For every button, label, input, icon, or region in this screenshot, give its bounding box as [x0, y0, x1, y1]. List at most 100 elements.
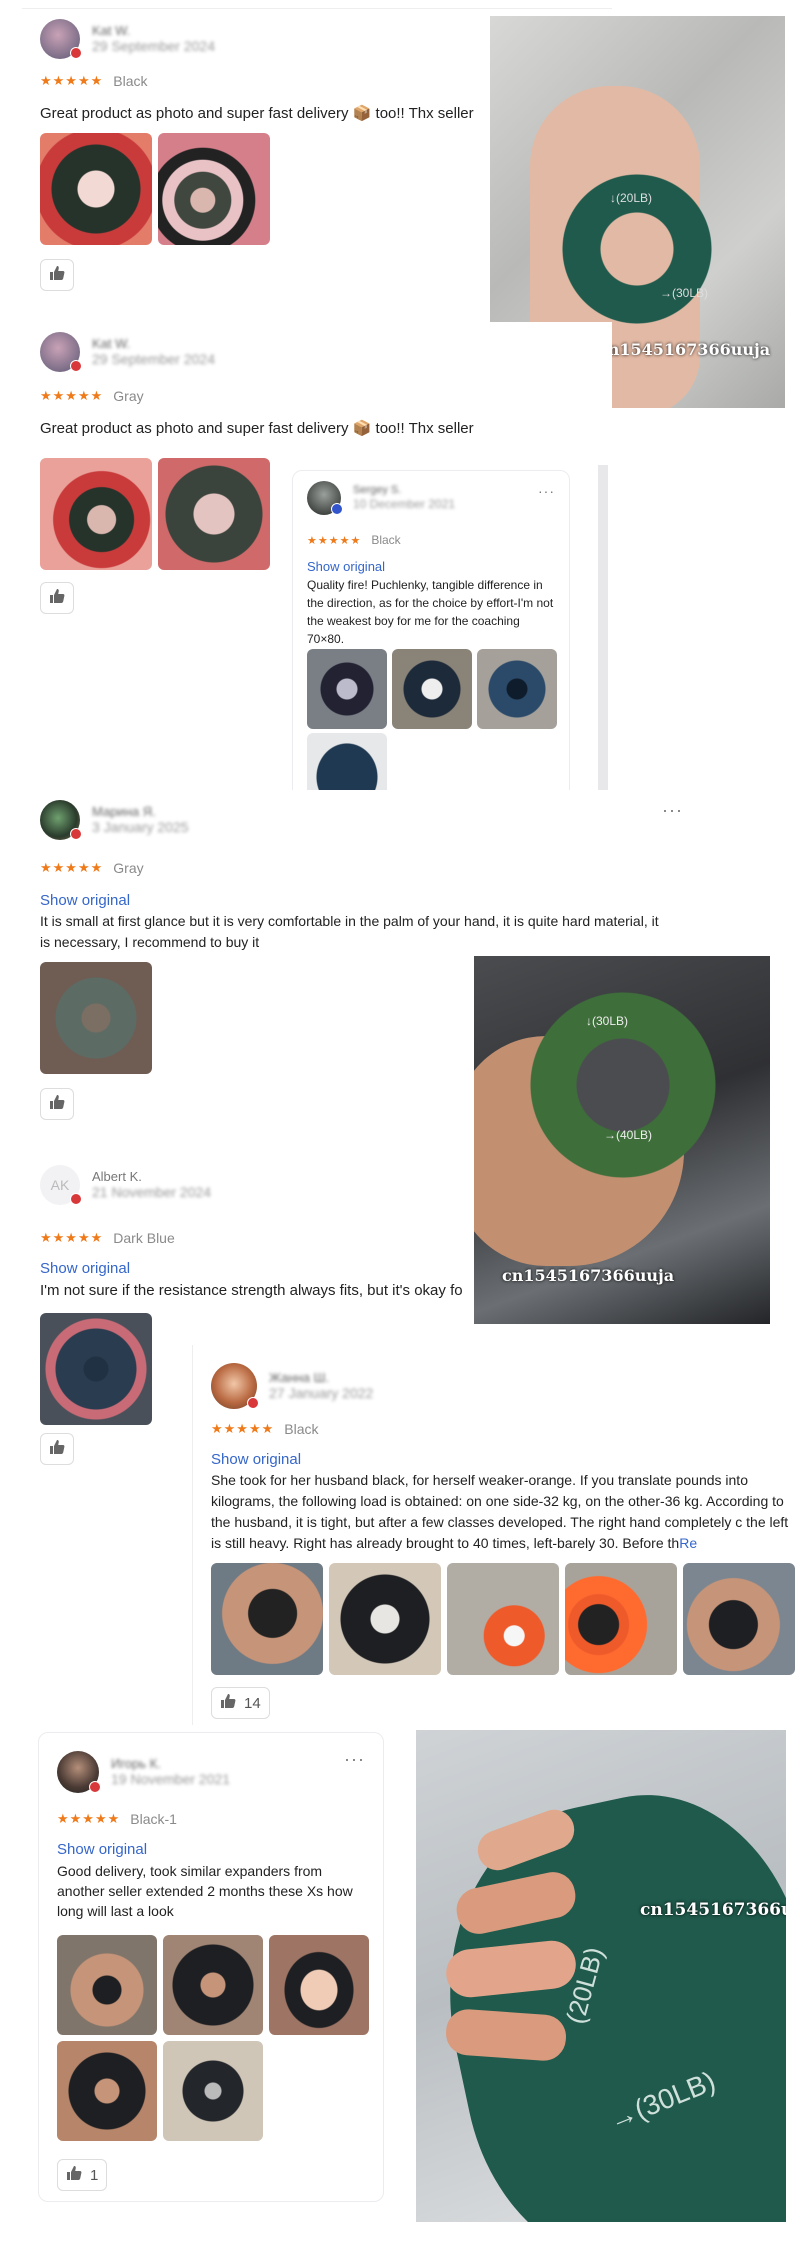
review-card: Игорь К. 19 November 2021 ··· ★★★★★ Black-…: [38, 1732, 384, 2202]
more-options-button[interactable]: ···: [538, 483, 555, 499]
review-date: 19 November 2021: [111, 1771, 231, 1788]
review-card: Жанна Ш. 27 January 2022 ★★★★★ Black Show …: [192, 1345, 800, 1725]
star-rating: ★★★★★: [57, 1811, 121, 1826]
review-text: Quality fire! Puchlenky, tangible differ…: [307, 578, 554, 646]
show-original-link[interactable]: Show original: [40, 1260, 130, 1277]
star-rating: ★★★★★: [40, 860, 104, 875]
thumbs-up-icon: [66, 2165, 82, 2185]
review-header: Марина Я. 3 January 2025: [40, 800, 189, 840]
review-photo-large[interactable]: ↓(30LB) →(40LB) cn1545167366uuja: [474, 956, 770, 1324]
photo-label: ↓(30LB): [586, 1014, 629, 1028]
reviewer-name: Sergey S.: [353, 484, 402, 497]
avatar-initials: AK: [50, 1177, 70, 1193]
thumbs-up-icon: [49, 1094, 65, 1114]
variant-label: Black: [284, 1421, 319, 1437]
rating-row: ★★★★★ Black: [40, 73, 148, 89]
review-photo-thumbnail[interactable]: [392, 649, 472, 729]
review-text: Great product as photo and super fast de…: [40, 420, 474, 437]
show-original-link[interactable]: Show original: [57, 1841, 147, 1858]
like-button[interactable]: [40, 582, 74, 614]
review-photo-thumbnail[interactable]: [211, 1563, 323, 1675]
star-rating: ★★★★★: [307, 534, 362, 547]
photo-label: →(40LB): [604, 1128, 653, 1142]
review-header: Игорь К. 19 November 2021: [57, 1751, 230, 1793]
avatar: [40, 332, 82, 372]
read-more-link[interactable]: Re: [679, 1535, 697, 1551]
review-photo-thumbnail[interactable]: [329, 1563, 441, 1675]
review-photo-thumbnail[interactable]: [307, 649, 387, 729]
review-text: Good delivery, took similar expanders fr…: [57, 1863, 353, 1919]
review-photo-thumbnail[interactable]: [477, 649, 557, 729]
like-button[interactable]: [40, 1088, 74, 1120]
more-options-button[interactable]: ···: [344, 1749, 365, 1770]
like-button[interactable]: [40, 1433, 74, 1465]
flag-icon: [89, 1781, 101, 1793]
flag-icon: [70, 828, 82, 840]
review-photo-thumbnail[interactable]: [163, 1935, 263, 2035]
review-date: 29 September 2024: [92, 351, 215, 368]
watermark: cn1545167366uuja: [598, 340, 771, 359]
rating-row: ★★★★★ Black-1: [57, 1811, 177, 1827]
review-photo-thumbnail[interactable]: [447, 1563, 559, 1675]
show-original-link[interactable]: Show original: [211, 1451, 301, 1468]
reviewer-name: Жанна Ш.: [269, 1369, 330, 1385]
photo-label: →(30LB): [660, 286, 709, 300]
like-button[interactable]: 1: [57, 2159, 108, 2191]
watermark: cn1545167366uuja: [640, 1900, 786, 1920]
star-rating: ★★★★★: [211, 1421, 275, 1436]
review-header: Жанна Ш. 27 January 2022: [211, 1363, 373, 1409]
scrollbar[interactable]: [598, 465, 608, 845]
review-date: 29 September 2024: [92, 38, 215, 55]
star-rating: ★★★★★: [40, 1230, 104, 1245]
rating-row: ★★★★★ Black: [211, 1421, 319, 1437]
review-photo-thumbnail[interactable]: [158, 458, 270, 570]
review-header: AK Albert K. 21 November 2024: [40, 1165, 211, 1205]
review-photo-thumbnail[interactable]: [40, 962, 152, 1074]
rating-row: ★★★★★ Black: [307, 533, 401, 547]
review-header: Sergey S. 10 December 2021: [307, 481, 455, 515]
like-button[interactable]: [40, 259, 74, 291]
variant-label: Black: [371, 533, 401, 547]
reviewer-name: Albert K.: [92, 1168, 142, 1184]
review-text: It is small at first glance but it is ve…: [40, 913, 659, 950]
review-date: 21 November 2024: [92, 1184, 212, 1201]
reviewer-name: Игорь К.: [111, 1755, 161, 1771]
review-photo-thumbnail[interactable]: [565, 1563, 677, 1675]
review-photo-thumbnail[interactable]: [40, 1313, 152, 1425]
star-rating: ★★★★★: [40, 73, 104, 88]
avatar: [40, 19, 82, 59]
star-rating: ★★★★★: [40, 388, 104, 403]
avatar: [40, 800, 82, 840]
variant-label: Dark Blue: [113, 1230, 175, 1246]
review-photo-thumbnail[interactable]: [269, 1935, 369, 2035]
show-original-link[interactable]: Show original: [40, 892, 130, 909]
review-text: She took for her husband black, for hers…: [211, 1470, 791, 1554]
review-photo-thumbnail[interactable]: [163, 2041, 263, 2141]
variant-label: Black: [113, 73, 148, 89]
review-photo-large[interactable]: (20LB) →(30LB) cn1545167366uuja: [416, 1730, 786, 2222]
review-photo-thumbnail[interactable]: [40, 458, 152, 570]
show-original-link[interactable]: Show original: [307, 559, 385, 574]
review-photo-thumbnail[interactable]: [683, 1563, 795, 1675]
more-options-button[interactable]: ···: [662, 800, 683, 821]
flag-icon: [70, 47, 82, 59]
variant-label: Gray: [113, 388, 144, 404]
avatar: [307, 481, 343, 515]
avatar: [211, 1363, 259, 1409]
photo-label: ↓(20LB): [610, 191, 653, 205]
variant-label: Black-1: [130, 1811, 177, 1827]
review-photo-thumbnail[interactable]: [40, 133, 152, 245]
review-card: Sergey S. 10 December 2021 ··· ★★★★★ Black…: [292, 470, 570, 849]
watermark: cn1545167366uuja: [502, 1266, 675, 1285]
review-photo-thumbnail[interactable]: [158, 133, 270, 245]
variant-label: Gray: [113, 860, 144, 876]
like-button[interactable]: 14: [211, 1687, 270, 1719]
thumbs-up-icon: [49, 1439, 65, 1459]
review-date: 10 December 2021: [353, 497, 456, 512]
review-photo-thumbnail[interactable]: [57, 1935, 157, 2035]
reviewer-name: Марина Я.: [92, 803, 156, 819]
flag-icon: [70, 1193, 82, 1205]
finger: [444, 2007, 568, 2063]
thumbs-up-icon: [220, 1693, 236, 1713]
review-photo-thumbnail[interactable]: [57, 2041, 157, 2141]
